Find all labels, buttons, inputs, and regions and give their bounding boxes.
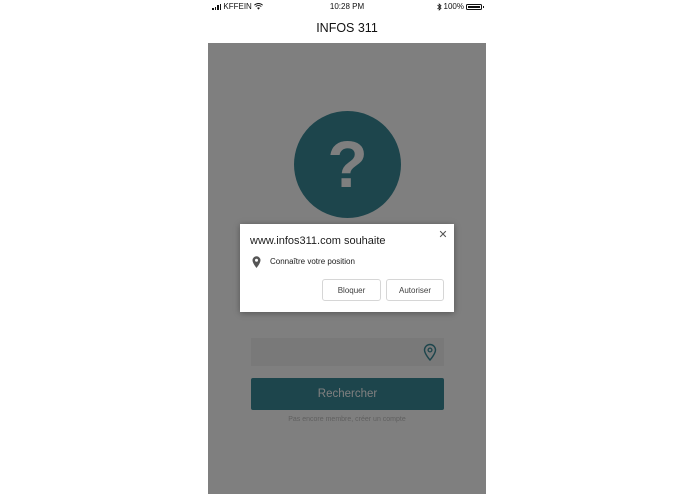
dialog-title: www.infos311.com souhaite — [250, 235, 386, 247]
close-icon[interactable]: ✕ — [437, 229, 449, 241]
status-bar: KFFEIN 10:28 PM 100% — [208, 0, 486, 14]
block-button[interactable]: Bloquer — [322, 279, 381, 301]
allow-button[interactable]: Autoriser — [386, 279, 444, 301]
page-title: INFOS 311 — [316, 21, 378, 35]
battery-percent: 100% — [443, 2, 464, 11]
battery-icon — [466, 3, 484, 10]
bluetooth-icon — [436, 2, 442, 11]
location-pin-icon — [252, 256, 261, 268]
nav-bar: INFOS 311 — [208, 14, 486, 43]
location-permission-dialog: www.infos311.com souhaite ✕ Connaître vo… — [240, 224, 454, 312]
permission-label: Connaître votre position — [270, 257, 355, 266]
status-right: 100% — [436, 2, 484, 11]
